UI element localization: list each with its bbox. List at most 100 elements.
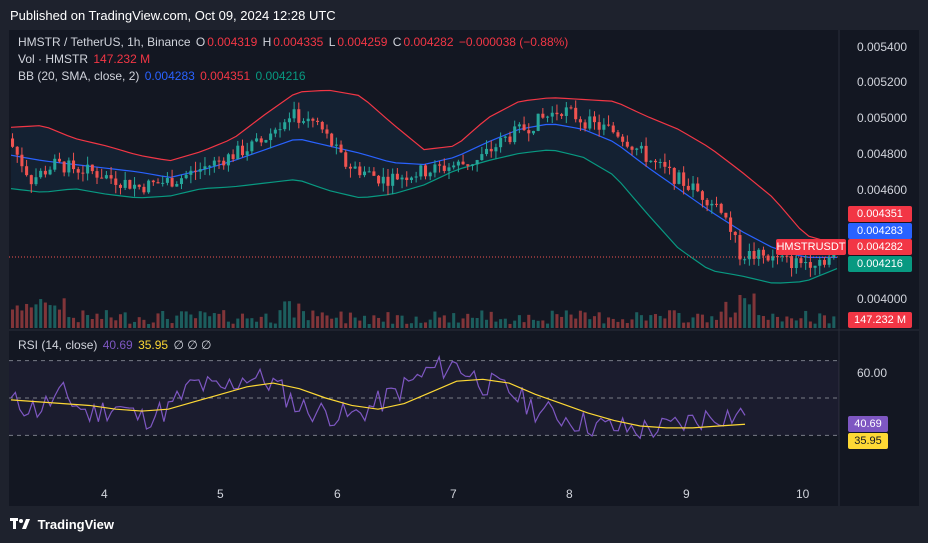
candle	[48, 169, 52, 175]
rsi-label[interactable]: RSI (14, close)	[18, 338, 97, 352]
volume-bar	[827, 323, 831, 328]
volume-bar	[170, 323, 174, 328]
volume-bar	[527, 314, 531, 328]
bb-lower-tag: 0.004216	[848, 256, 912, 272]
candle	[109, 175, 113, 179]
volume-bar	[546, 323, 550, 328]
candle	[644, 145, 648, 162]
volume-bar	[691, 317, 695, 328]
volume-label[interactable]: Vol · HMSTR	[18, 52, 88, 66]
candle	[480, 154, 484, 161]
volume-bar	[719, 311, 723, 328]
candle	[794, 258, 798, 268]
candle	[372, 171, 376, 176]
volume-bar	[100, 318, 104, 328]
volume-bar	[696, 313, 700, 328]
volume-bar	[808, 321, 812, 328]
candle	[90, 164, 94, 172]
candle	[804, 262, 808, 264]
candle	[747, 251, 751, 260]
candle	[348, 166, 352, 169]
volume-bar	[438, 317, 442, 328]
volume-bar	[118, 314, 122, 328]
candle	[489, 148, 493, 152]
high-label: H	[262, 35, 272, 49]
candle	[34, 177, 38, 185]
volume-bar	[804, 310, 808, 328]
candle	[658, 161, 662, 163]
volume-bar	[278, 310, 282, 328]
candle	[503, 136, 507, 138]
candle	[799, 258, 803, 264]
volume-bar	[494, 321, 498, 328]
volume-bar	[147, 323, 151, 328]
candle	[564, 107, 568, 116]
candle	[81, 172, 85, 174]
volume-bar	[53, 305, 57, 328]
candle	[686, 185, 690, 190]
candle	[11, 138, 15, 147]
candle	[43, 170, 47, 175]
candle	[517, 124, 521, 127]
bb-label[interactable]: BB (20, SMA, close, 2)	[18, 69, 139, 83]
volume-bar	[245, 318, 249, 328]
candle	[264, 140, 268, 143]
volume-bar	[194, 318, 198, 328]
volume-bar	[142, 319, 146, 328]
candle	[137, 184, 141, 187]
volume-bar	[76, 322, 80, 328]
candle	[578, 119, 582, 123]
symbol-title[interactable]: HMSTR / TetherUS, 1h, Binance	[18, 35, 191, 49]
volume-bar	[306, 320, 310, 328]
candle	[128, 179, 132, 189]
bb-lower-value: 0.004216	[255, 69, 306, 83]
volume-bar	[255, 321, 259, 328]
candle	[123, 179, 127, 188]
candle	[367, 171, 371, 173]
chart-canvas[interactable]	[9, 30, 919, 506]
volume-bar	[104, 310, 108, 328]
volume-bar	[311, 310, 315, 328]
volume-bar	[156, 313, 160, 328]
bb-upper-tag: 0.004351	[848, 206, 912, 222]
volume-bar	[466, 313, 470, 328]
volume-bar	[34, 304, 38, 328]
volume-bar	[424, 322, 428, 328]
candle	[569, 107, 573, 109]
volume-bar	[161, 310, 165, 328]
candle	[245, 151, 249, 156]
candle	[226, 154, 230, 166]
candle	[409, 177, 413, 181]
volume-bar	[611, 318, 615, 328]
volume-bar	[39, 299, 43, 328]
volume-bar	[705, 322, 709, 328]
volume-bar	[583, 312, 587, 328]
volume-bar	[95, 313, 99, 328]
candle	[339, 144, 343, 153]
volume-bar	[588, 319, 592, 328]
volume-bar	[292, 317, 296, 328]
candle	[118, 184, 122, 188]
candle	[301, 121, 306, 123]
volume-bar	[90, 318, 94, 328]
candle	[208, 165, 212, 167]
volume-bar	[15, 305, 19, 328]
volume-bar	[273, 323, 277, 328]
volume-bar	[11, 309, 15, 328]
candle	[72, 160, 76, 170]
candle	[733, 231, 737, 236]
volume-bar	[128, 323, 132, 328]
volume-bar	[822, 315, 826, 328]
volume-bar	[738, 294, 742, 328]
volume-bar	[391, 323, 395, 328]
candle	[738, 235, 742, 260]
candle	[250, 141, 254, 152]
volume-bar	[67, 317, 71, 328]
candle	[142, 186, 146, 193]
candle	[175, 184, 179, 187]
volume-bar	[114, 320, 118, 328]
volume-bar	[442, 315, 446, 328]
volume-bar	[700, 314, 704, 328]
volume-bar	[433, 311, 437, 328]
candle	[217, 160, 221, 162]
